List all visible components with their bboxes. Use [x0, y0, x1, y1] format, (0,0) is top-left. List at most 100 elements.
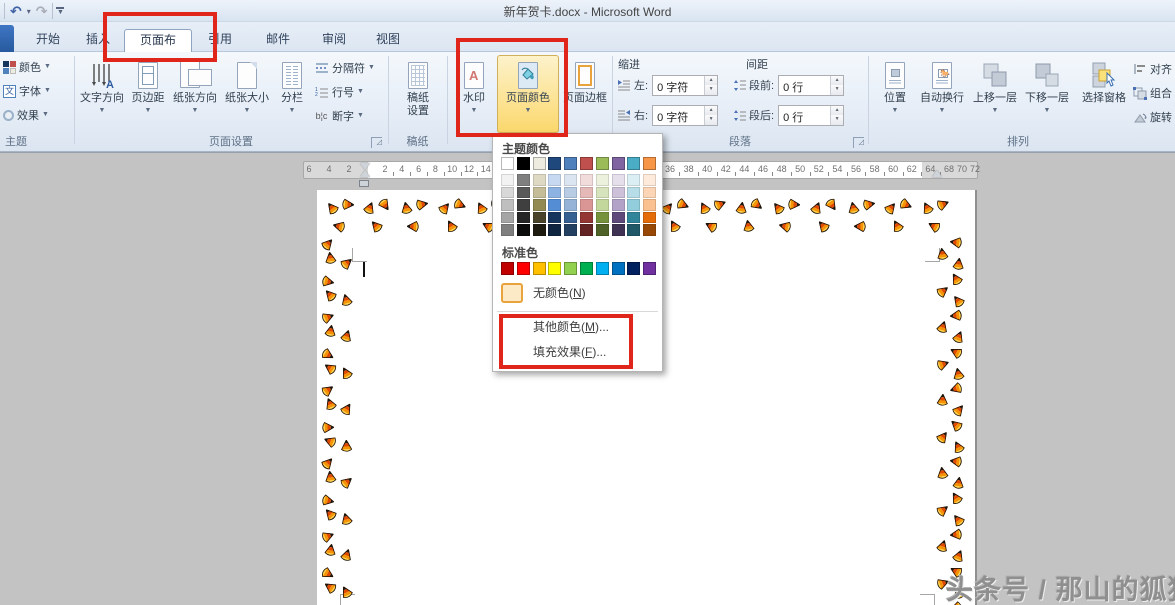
- theme-variant-swatch[interactable]: [501, 199, 514, 211]
- bring-forward-button[interactable]: 上移一层 ▼: [970, 55, 1020, 133]
- indent-right-input[interactable]: 0 字符▲▼: [652, 105, 718, 126]
- standard-color-swatch[interactable]: [533, 262, 546, 275]
- hyphenation-button[interactable]: b¦c 断字▼: [314, 105, 364, 127]
- spinner-buttons[interactable]: ▲▼: [830, 106, 843, 125]
- standard-color-swatch[interactable]: [548, 262, 561, 275]
- theme-variant-swatch[interactable]: [533, 187, 546, 199]
- theme-variant-swatch[interactable]: [564, 199, 577, 211]
- group-objects-button[interactable]: 组合▼: [1132, 82, 1175, 104]
- theme-color-swatch[interactable]: [627, 157, 640, 170]
- indent-left-input[interactable]: 0 字符▲▼: [652, 75, 718, 96]
- theme-variant-swatch[interactable]: [643, 174, 656, 186]
- standard-color-swatch[interactable]: [564, 262, 577, 275]
- no-color-item[interactable]: 无颜色(N): [493, 281, 662, 305]
- theme-variant-swatch[interactable]: [627, 174, 640, 186]
- theme-variant-swatch[interactable]: [643, 187, 656, 199]
- send-backward-button[interactable]: 下移一层 ▼: [1022, 55, 1072, 133]
- theme-variant-swatch[interactable]: [548, 224, 561, 236]
- line-numbers-button[interactable]: 12 行号▼: [314, 81, 364, 103]
- theme-variant-swatch[interactable]: [517, 174, 530, 186]
- theme-color-swatch[interactable]: [533, 157, 546, 170]
- theme-variant-swatch[interactable]: [627, 187, 640, 199]
- tab-page-layout[interactable]: 页面布局: [124, 29, 192, 53]
- more-colors-item[interactable]: 其他颜色(M)...: [493, 315, 662, 339]
- theme-variant-swatch[interactable]: [564, 212, 577, 224]
- theme-variant-swatch[interactable]: [517, 212, 530, 224]
- theme-color-swatch[interactable]: [517, 157, 530, 170]
- file-tab[interactable]: [0, 25, 14, 52]
- theme-variant-swatch[interactable]: [580, 174, 593, 186]
- spinner-buttons[interactable]: ▲▼: [830, 76, 843, 95]
- tab-mailings[interactable]: 邮件: [256, 29, 300, 52]
- theme-variant-swatch[interactable]: [548, 212, 561, 224]
- standard-color-swatch[interactable]: [517, 262, 530, 275]
- first-line-indent-marker[interactable]: [360, 163, 370, 170]
- spacing-before-input[interactable]: 0 行▲▼: [778, 75, 844, 96]
- size-button[interactable]: 纸张大小 ▼: [222, 55, 272, 133]
- spinner-buttons[interactable]: ▲▼: [704, 106, 717, 125]
- watermark-button[interactable]: A 水印 ▼: [453, 55, 495, 133]
- theme-variant-swatch[interactable]: [533, 174, 546, 186]
- standard-color-swatch[interactable]: [643, 262, 656, 275]
- theme-fonts-button[interactable]: 文 字体▼: [3, 80, 51, 102]
- theme-variant-swatch[interactable]: [580, 199, 593, 211]
- theme-variant-swatch[interactable]: [580, 187, 593, 199]
- theme-color-swatch[interactable]: [596, 157, 609, 170]
- theme-variant-swatch[interactable]: [643, 212, 656, 224]
- theme-variant-swatch[interactable]: [612, 212, 625, 224]
- theme-variant-swatch[interactable]: [533, 224, 546, 236]
- fill-effects-item[interactable]: 填充效果(F)...: [493, 340, 662, 364]
- theme-variant-swatch[interactable]: [533, 199, 546, 211]
- rotate-button[interactable]: 旋转▼: [1132, 106, 1175, 128]
- theme-variant-swatch[interactable]: [627, 212, 640, 224]
- tab-references[interactable]: 引用: [198, 29, 242, 52]
- theme-effects-button[interactable]: 效果▼: [3, 104, 49, 126]
- theme-variant-swatch[interactable]: [564, 224, 577, 236]
- standard-color-swatch[interactable]: [580, 262, 593, 275]
- page-color-button[interactable]: 页面颜色 ▼: [497, 55, 559, 133]
- position-button[interactable]: 位置 ▼: [876, 55, 914, 133]
- theme-variant-swatch[interactable]: [627, 199, 640, 211]
- columns-button[interactable]: 分栏 ▼: [274, 55, 310, 133]
- theme-variant-swatch[interactable]: [580, 224, 593, 236]
- wrap-text-button[interactable]: 🐎 自动换行 ▼: [916, 55, 968, 133]
- theme-variant-swatch[interactable]: [596, 199, 609, 211]
- theme-variant-swatch[interactable]: [627, 224, 640, 236]
- tab-review[interactable]: 审阅: [312, 29, 356, 52]
- theme-variant-swatch[interactable]: [564, 187, 577, 199]
- theme-variant-swatch[interactable]: [517, 187, 530, 199]
- theme-variant-swatch[interactable]: [501, 174, 514, 186]
- standard-color-swatch[interactable]: [596, 262, 609, 275]
- theme-variant-swatch[interactable]: [612, 224, 625, 236]
- dialog-launcher-icon[interactable]: ◿: [853, 137, 864, 148]
- theme-variant-swatch[interactable]: [596, 174, 609, 186]
- theme-variant-swatch[interactable]: [548, 174, 561, 186]
- standard-color-swatch[interactable]: [627, 262, 640, 275]
- theme-color-swatch[interactable]: [548, 157, 561, 170]
- theme-color-swatch[interactable]: [501, 157, 514, 170]
- hanging-indent-marker[interactable]: [360, 170, 370, 177]
- theme-color-swatch[interactable]: [580, 157, 593, 170]
- align-button[interactable]: 对齐▼: [1132, 58, 1175, 80]
- text-direction-button[interactable]: A 文字方向 ▼: [78, 55, 126, 133]
- theme-color-swatch[interactable]: [643, 157, 656, 170]
- manuscript-setup-button[interactable]: 稿纸 设置: [396, 55, 440, 133]
- margins-button[interactable]: 页边距 ▼: [128, 55, 168, 133]
- theme-variant-swatch[interactable]: [501, 224, 514, 236]
- dialog-launcher-icon[interactable]: ◿: [371, 137, 382, 148]
- standard-color-swatch[interactable]: [501, 262, 514, 275]
- theme-variant-swatch[interactable]: [548, 199, 561, 211]
- theme-variant-swatch[interactable]: [501, 187, 514, 199]
- tab-view[interactable]: 视图: [366, 29, 410, 52]
- theme-variant-swatch[interactable]: [580, 212, 593, 224]
- theme-variant-swatch[interactable]: [596, 187, 609, 199]
- theme-variant-swatch[interactable]: [548, 187, 561, 199]
- breaks-button[interactable]: 分隔符▼: [314, 57, 375, 79]
- theme-variant-swatch[interactable]: [643, 199, 656, 211]
- theme-variant-swatch[interactable]: [517, 224, 530, 236]
- tab-home[interactable]: 开始: [26, 29, 70, 52]
- theme-variant-swatch[interactable]: [612, 174, 625, 186]
- right-indent-marker[interactable]: [932, 170, 942, 177]
- theme-variant-swatch[interactable]: [533, 212, 546, 224]
- selection-pane-button[interactable]: 选择窗格: [1074, 55, 1134, 133]
